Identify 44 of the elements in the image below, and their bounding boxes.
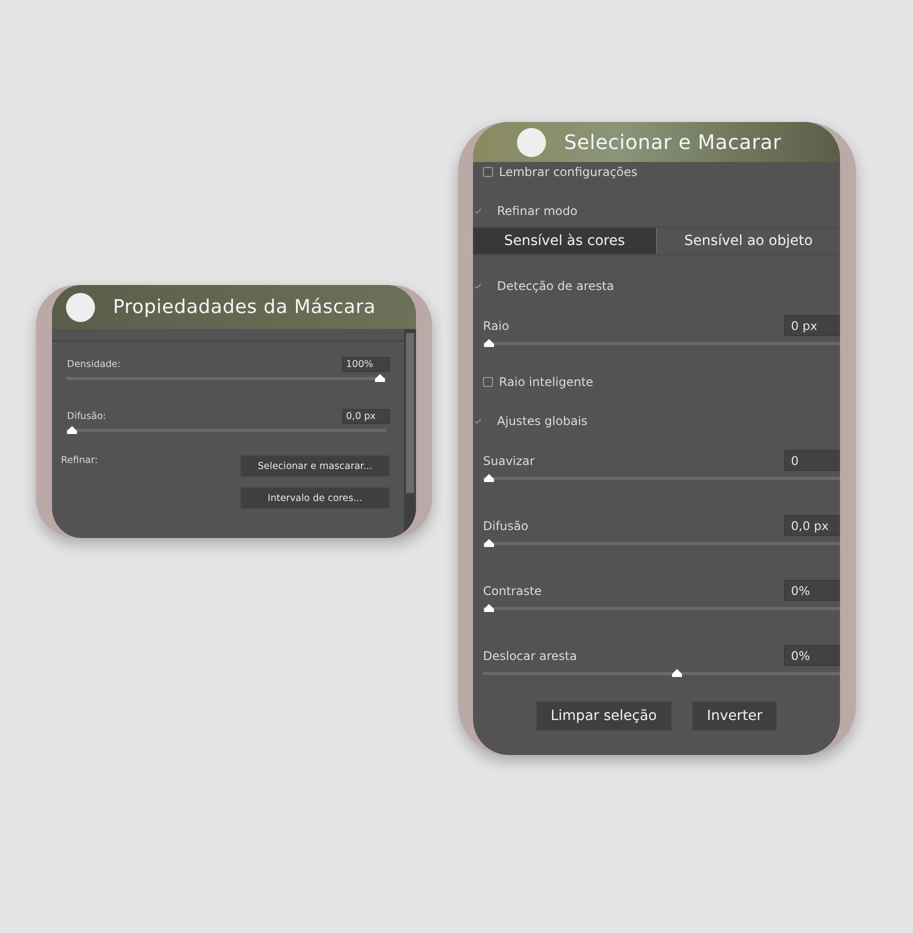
slider-thumb[interactable] [483,473,495,483]
circle-icon [517,128,546,156]
panel-title: Propiedadades da Máscara [113,296,376,318]
slider-track[interactable] [483,603,840,613]
slider-label: Suavizar [483,454,535,468]
slider-thumb[interactable] [483,338,495,348]
slider-thumb[interactable] [483,538,495,548]
action-button[interactable]: Intervalo de cores... [240,487,390,509]
section-heading[interactable]: Detecção de aresta [497,279,614,293]
slider-thumb[interactable] [483,603,495,613]
section-heading[interactable]: Refinar modo [497,204,578,218]
slider-label: Densidade: [67,359,121,370]
action-button[interactable]: Inverter [692,701,778,731]
panel-title: Selecionar e Macarar [564,130,782,154]
value-field[interactable]: 0,0 px [342,409,390,424]
refine-label: Refinar: [61,455,98,468]
action-button[interactable]: Selecionar e mascarar... [240,455,390,477]
slider-thumb[interactable] [66,425,78,435]
slider-track[interactable] [483,338,840,348]
slider-label: Contraste [483,584,542,598]
slider-track[interactable] [483,538,840,548]
checkbox[interactable] [483,167,493,177]
slider-label: Difusão [483,518,528,532]
check-icon [474,418,482,424]
checkbox-label: Raio inteligente [499,375,594,389]
value-field[interactable]: 0 [784,450,840,471]
check-icon [474,208,482,214]
value-field[interactable]: 0,0 px [784,515,840,536]
circle-icon [66,292,95,322]
tab[interactable]: Sensível às cores [473,228,656,254]
slider-track[interactable] [483,473,840,483]
checkbox-label: Lembrar configurações [499,165,638,179]
slider-label: Deslocar aresta [483,648,577,662]
value-field[interactable]: 0% [784,645,840,666]
value-field[interactable]: 0% [784,580,840,601]
section-heading[interactable]: Ajustes globais [497,414,588,428]
slider-label: Difusão: [67,411,106,422]
action-button[interactable]: Limpar seleção [536,701,672,731]
slider-label: Raio [483,318,510,332]
slider-thumb[interactable] [670,668,682,678]
checkbox[interactable] [483,377,493,387]
check-icon [474,283,482,289]
value-field[interactable]: 100% [342,357,390,372]
value-field[interactable]: 0 px [784,315,840,336]
